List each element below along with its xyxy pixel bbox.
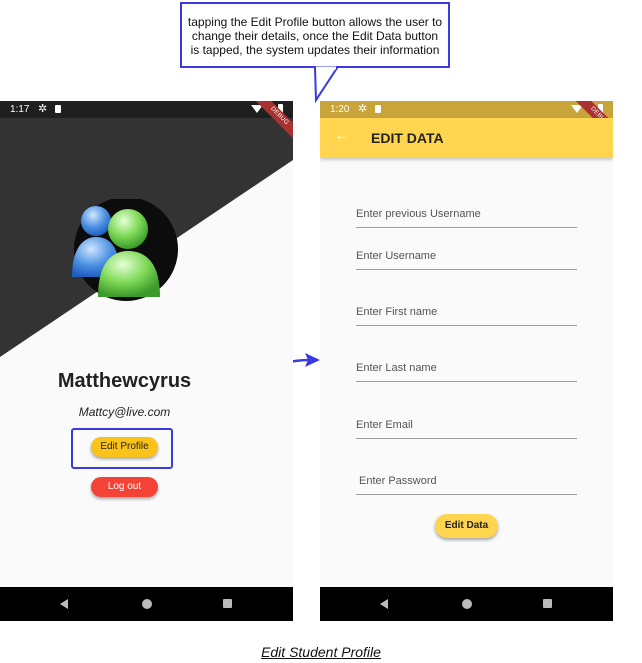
field-placeholder: Enter Password [359,475,437,487]
nav-back-icon[interactable] [380,599,388,609]
edit-data-screen: 1:20 ✲ DEBUG ← EDIT DATA Enter previous … [320,101,613,621]
edit-data-button[interactable]: Edit Data [435,514,498,538]
field-placeholder: Enter Username [356,250,437,262]
gear-icon: ✲ [358,103,368,115]
logout-button[interactable]: Log out [91,477,158,497]
app-bar-title: EDIT DATA [371,130,444,146]
edit-profile-highlight [71,428,173,469]
app-bar: ← EDIT DATA [320,118,613,158]
nav-bar [320,587,613,621]
first-name-field[interactable]: Enter First name [356,301,577,326]
callout-tail [313,67,339,104]
field-placeholder: Enter Email [356,419,413,431]
username-field[interactable]: Enter Username [356,245,577,270]
gear-icon: ✲ [38,103,48,115]
profile-screen: 1:17 ✲ DEBUG Matthewcyrus Mattcy@live.co… [0,101,293,621]
profile-username: Matthewcyrus [57,370,192,392]
sd-card-icon [375,105,381,113]
last-name-field[interactable]: Enter Last name [356,357,577,382]
field-placeholder: Enter First name [356,306,438,318]
nav-recent-icon[interactable] [543,599,552,608]
nav-bar [0,587,293,621]
profile-email: Mattcy@live.com [78,405,171,419]
email-field[interactable]: Enter Email [356,414,577,439]
previous-username-field[interactable]: Enter previous Username [356,203,577,228]
nav-home-icon[interactable] [142,599,152,609]
status-bar: 1:20 ✲ [320,101,613,118]
sd-card-icon [55,105,61,113]
nav-recent-icon[interactable] [223,599,232,608]
password-field[interactable]: Enter Password [356,470,577,495]
back-arrow-icon[interactable]: ← [334,127,350,145]
field-placeholder: Enter Last name [356,362,437,374]
status-bar: 1:17 ✲ [0,101,293,118]
status-time: 1:20 [330,104,350,115]
nav-back-icon[interactable] [60,599,68,609]
status-time: 1:17 [10,104,30,115]
avatar-icon [72,199,178,301]
field-placeholder: Enter previous Username [356,208,481,220]
figure-caption: Edit Student Profile [261,644,381,660]
nav-home-icon[interactable] [462,599,472,609]
